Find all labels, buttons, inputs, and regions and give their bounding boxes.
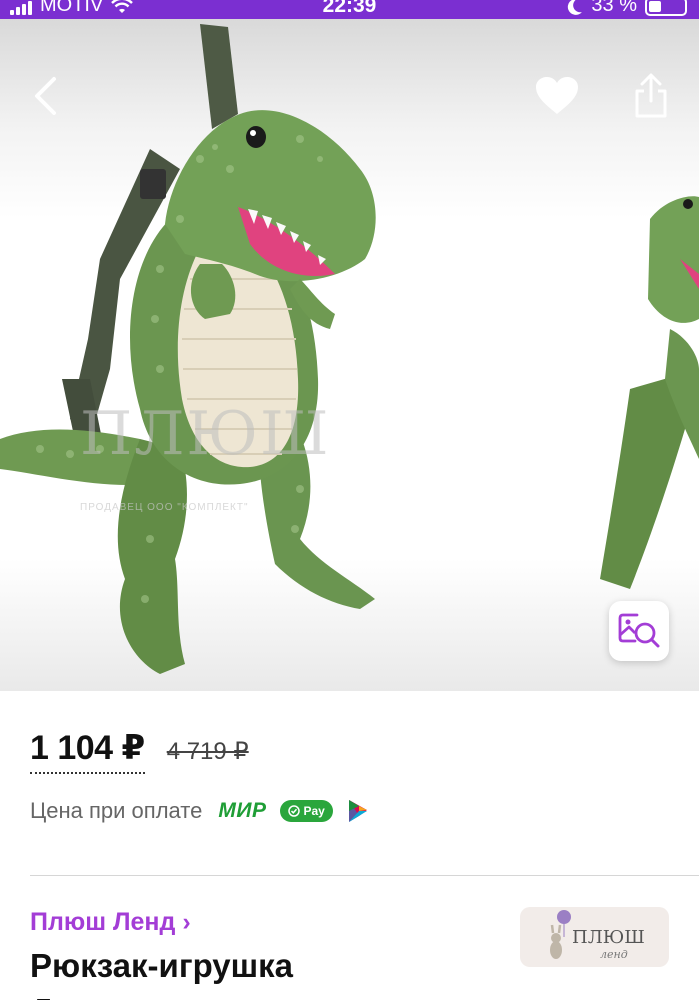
product-title: Рюкзак-игрушка Динозавр — [30, 943, 490, 1000]
visual-search-button[interactable] — [609, 601, 669, 661]
favorite-button[interactable] — [534, 73, 580, 119]
gpay-badge: Pay — [280, 800, 333, 822]
price-row: 1 104 ₽ 4 719 ₽ — [30, 728, 249, 774]
current-price[interactable]: 1 104 ₽ — [30, 728, 145, 774]
back-button[interactable] — [22, 73, 68, 119]
watermark-caption: ПРОДАВЕЦ ООО "КОМПЛЕКТ" — [80, 502, 249, 513]
divider — [30, 875, 699, 876]
mir-logo: МИР — [218, 799, 267, 822]
seller-logo-image: ПЛЮШ ленд — [550, 910, 645, 961]
gpay-label: Pay — [303, 804, 325, 818]
seller-logo[interactable]: ПЛЮШ ленд — [520, 907, 669, 967]
product-title-line-2: Динозавр — [30, 988, 490, 1000]
seller-link[interactable]: Плюш Ленд › — [30, 908, 191, 937]
battery-icon — [645, 0, 687, 16]
next-product-photo — [600, 196, 699, 589]
watermark: ПЛЮШ — [80, 399, 331, 469]
battery-percent: 33 % — [591, 0, 637, 16]
share-icon — [635, 73, 667, 118]
seller-logo-subtext: ленд — [600, 948, 628, 961]
share-button[interactable] — [628, 73, 674, 119]
seller-logo-text: ПЛЮШ — [572, 927, 645, 948]
check-circle-icon — [288, 805, 301, 817]
moon-icon — [568, 0, 583, 15]
payment-info: Цена при оплате МИР Pay — [30, 798, 369, 824]
payment-price-label: Цена при оплате — [30, 798, 203, 823]
heart-icon — [536, 77, 578, 114]
image-search-icon — [618, 613, 660, 648]
chevron-left-icon — [35, 77, 56, 115]
old-price: 4 719 ₽ — [166, 738, 249, 765]
status-bar: MOTIV 22:39 33 % — [0, 0, 699, 19]
status-right: 33 % — [567, 0, 687, 17]
product-title-line-1: Рюкзак-игрушка — [30, 947, 294, 984]
sbp-logo-icon — [348, 800, 367, 822]
product-image-gallery[interactable]: ПЛЮШ ПРОДАВЕЦ ООО "КОМПЛЕКТ" — [0, 19, 699, 691]
